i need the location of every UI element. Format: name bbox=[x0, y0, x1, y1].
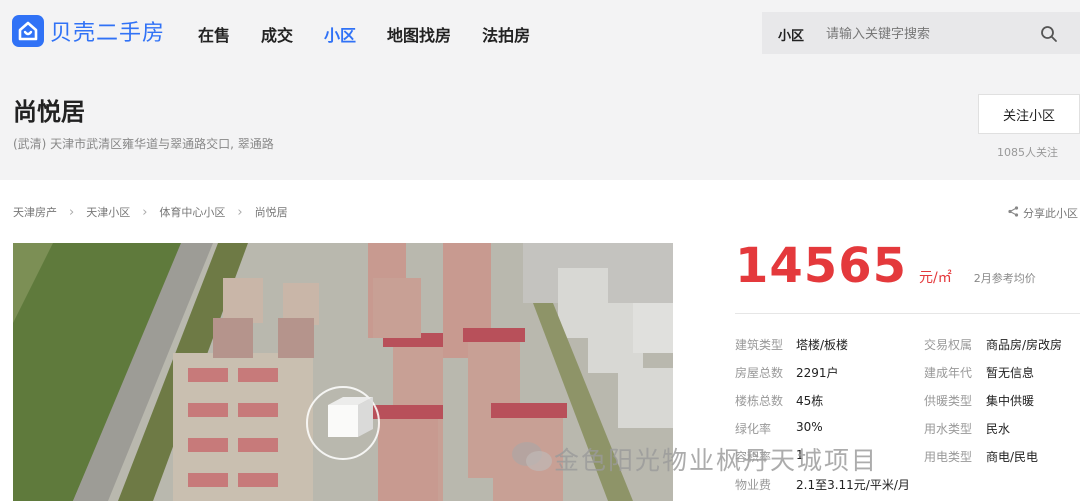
wechat-icon bbox=[510, 440, 554, 478]
info-label: 用水类型 bbox=[924, 422, 973, 436]
brand-name: 贝壳二手房 bbox=[50, 21, 166, 46]
info-value: 暂无信息 bbox=[986, 366, 1035, 380]
breadcrumb-item[interactable]: 体育中心小区 bbox=[159, 204, 225, 220]
nav-item-community[interactable]: 小区 bbox=[324, 22, 356, 46]
follow-community-button[interactable]: 关注小区 bbox=[978, 94, 1080, 134]
info-label: 建筑类型 bbox=[735, 338, 784, 352]
divider bbox=[735, 313, 1080, 314]
community-address: (武清) 天津市武清区雍华道与翠通路交口, 翠通路 bbox=[13, 137, 274, 151]
info-value: 30% bbox=[796, 420, 823, 434]
info-label: 物业费 bbox=[735, 478, 772, 492]
main-nav: 在售 成交 小区 地图找房 法拍房 bbox=[198, 22, 561, 46]
price-note: 2月参考均价 bbox=[973, 272, 1036, 285]
info-value: 商品房/房改房 bbox=[986, 338, 1063, 352]
follow-count: 1085人关注 bbox=[997, 146, 1058, 159]
info-value: 民水 bbox=[986, 422, 1011, 436]
breadcrumb-item[interactable]: 天津小区 bbox=[86, 204, 130, 220]
info-label: 建成年代 bbox=[924, 366, 973, 380]
site-logo[interactable]: 贝壳二手房 bbox=[12, 15, 165, 47]
breadcrumb: 天津房产 › 天津小区 › 体育中心小区 › 尚悦居 bbox=[13, 204, 288, 220]
search-box: 小区 bbox=[762, 12, 1080, 54]
nav-item-auction[interactable]: 法拍房 bbox=[482, 22, 530, 46]
page-title: 尚悦居 bbox=[13, 98, 85, 126]
search-scope-selector[interactable]: 小区 bbox=[778, 25, 804, 44]
info-label: 交易权属 bbox=[924, 338, 973, 352]
breadcrumb-item[interactable]: 天津房产 bbox=[13, 204, 57, 220]
info-value: 商电/民电 bbox=[986, 450, 1039, 464]
search-input[interactable] bbox=[824, 22, 1028, 46]
info-value: 2.1至3.11元/平米/月 bbox=[796, 478, 910, 492]
info-value: 集中供暖 bbox=[986, 394, 1035, 408]
chevron-right-icon: › bbox=[69, 204, 75, 220]
info-value: 2291户 bbox=[796, 366, 839, 380]
info-label: 楼栋总数 bbox=[735, 394, 784, 408]
watermark-text: 金色阳光物业枫丹天城项目 bbox=[554, 446, 879, 475]
info-label: 用电类型 bbox=[924, 450, 973, 464]
nav-item-map-search[interactable]: 地图找房 bbox=[387, 22, 451, 46]
watermark: 金色阳光物业枫丹天城项目 bbox=[510, 440, 878, 478]
top-nav-bar: 贝壳二手房 在售 成交 小区 地图找房 法拍房 小区 bbox=[0, 0, 1080, 66]
logo-house-icon bbox=[12, 15, 44, 47]
price-unit: 元/㎡ bbox=[919, 270, 952, 286]
info-label: 供暖类型 bbox=[924, 394, 973, 408]
community-header: 尚悦居 (武清) 天津市武清区雍华道与翠通路交口, 翠通路 关注小区 1085人… bbox=[0, 66, 1080, 180]
share-button[interactable]: 分享此小区 bbox=[1008, 205, 1078, 221]
chevron-right-icon: › bbox=[237, 204, 243, 220]
info-value: 45栋 bbox=[796, 394, 824, 408]
share-icon bbox=[1008, 206, 1019, 220]
breadcrumb-current: 尚悦居 bbox=[254, 206, 288, 219]
share-label: 分享此小区 bbox=[1023, 207, 1078, 220]
search-icon[interactable] bbox=[1040, 25, 1058, 47]
info-value: 塔楼/板楼 bbox=[796, 338, 849, 352]
price-block: 14565 元/㎡ 2月参考均价 bbox=[735, 238, 1036, 294]
average-price: 14565 bbox=[735, 238, 907, 294]
nav-item-sold[interactable]: 成交 bbox=[261, 22, 293, 46]
chevron-right-icon: › bbox=[142, 204, 148, 220]
info-label: 房屋总数 bbox=[735, 366, 784, 380]
nav-item-for-sale[interactable]: 在售 bbox=[198, 22, 230, 46]
info-label: 绿化率 bbox=[735, 422, 772, 436]
